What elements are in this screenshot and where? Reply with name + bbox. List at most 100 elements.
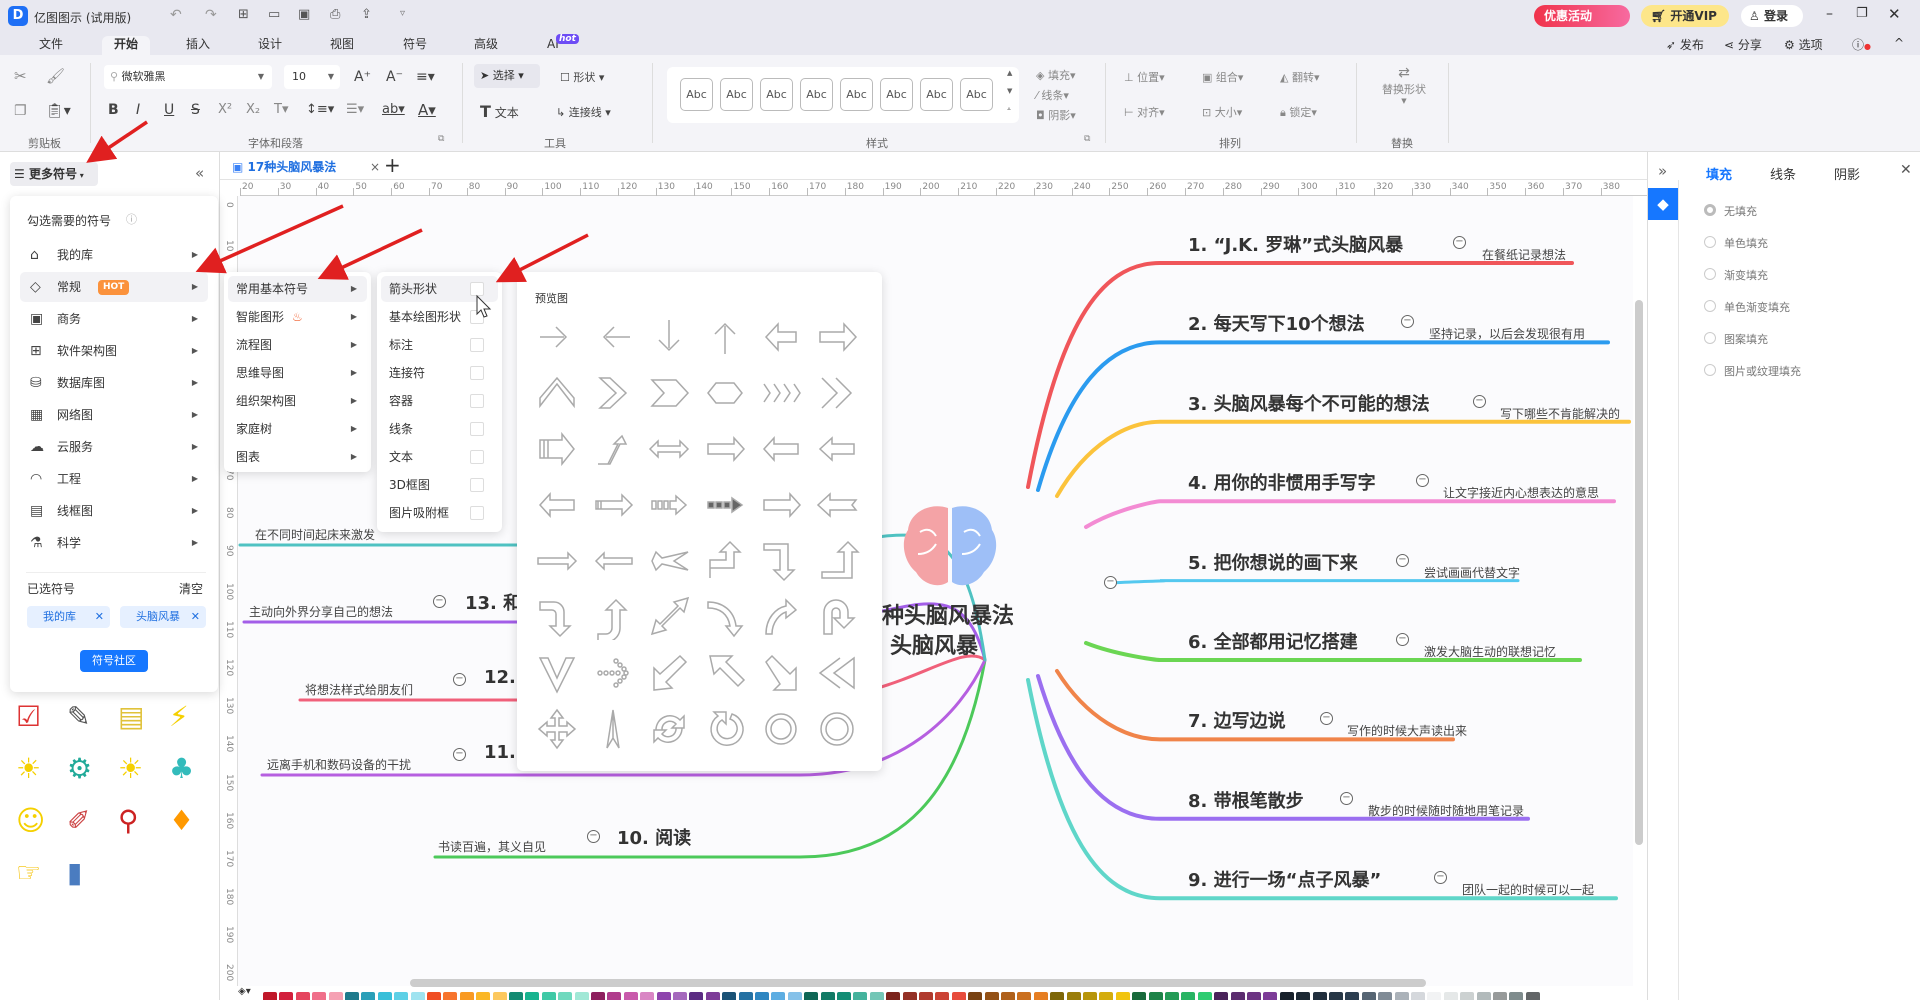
collapse-icon[interactable]: −	[433, 595, 446, 608]
palette-swatch[interactable]	[1083, 992, 1097, 1000]
category-library[interactable]: ⌂ 我的库 ▶	[20, 240, 208, 270]
palette-swatch[interactable]	[968, 992, 983, 1000]
symbol-set-item[interactable]: 标注	[381, 332, 498, 358]
palette-swatch[interactable]	[459, 992, 474, 1000]
arrow-shape-7-icon[interactable]	[534, 370, 580, 416]
palette-swatch[interactable]	[1214, 992, 1229, 1000]
format-tab[interactable]: 阴影	[1834, 164, 1860, 183]
symbol-set-checkbox[interactable]	[470, 450, 484, 464]
arrow-shape-21-icon[interactable]	[646, 482, 692, 528]
arrow-shape-45-icon[interactable]	[646, 706, 692, 752]
arrow-shape-19-icon[interactable]	[534, 482, 580, 528]
palette-swatch[interactable]	[1115, 992, 1130, 1000]
palette-swatch[interactable]	[328, 992, 343, 1000]
arrow-shape-39-icon[interactable]	[646, 650, 692, 696]
collapse-icon[interactable]: −	[1396, 633, 1409, 646]
palette-swatch[interactable]	[1197, 992, 1212, 1000]
arrow-shape-37-icon[interactable]	[534, 650, 580, 696]
arrow-shape-36-icon[interactable]	[814, 594, 860, 640]
arrow-shape-3-icon[interactable]	[646, 314, 692, 360]
symbol-set-item[interactable]: 图片吸附框	[381, 500, 498, 526]
arrow-shape-4-icon[interactable]	[702, 314, 748, 360]
symbol-set-checkbox[interactable]	[470, 310, 484, 324]
collapse-icon[interactable]: −	[1340, 791, 1353, 805]
topic-title[interactable]: 10. 阅读	[617, 824, 691, 850]
topic-title[interactable]: 9. 进行一场“点子风暴”	[1188, 866, 1381, 892]
palette-swatch[interactable]	[820, 992, 835, 1000]
fill-tool-button[interactable]: ◆	[1648, 188, 1678, 220]
palette-swatch[interactable]	[541, 992, 556, 1000]
symbol-set-item[interactable]: 箭头形状	[381, 276, 498, 302]
symbol-set-checkbox[interactable]	[470, 506, 484, 520]
palette-swatch[interactable]	[1345, 992, 1360, 1000]
category-tag[interactable]: ◇ 常规 HOT ▶	[20, 272, 208, 302]
topic-title[interactable]: 5. 把你想说的画下来	[1188, 549, 1358, 575]
arrow-shape-43-icon[interactable]	[534, 706, 580, 752]
fill-option-radio[interactable]	[1704, 332, 1716, 344]
palette-swatch[interactable]	[361, 992, 376, 1000]
arrow-shape-24-icon[interactable]	[814, 482, 860, 528]
symbol-set-checkbox[interactable]	[470, 422, 484, 436]
topic-subtitle[interactable]: 将想法样式给朋友们	[305, 681, 413, 698]
palette-swatch[interactable]	[263, 992, 277, 1000]
arrow-shape-41-icon[interactable]	[758, 650, 804, 696]
palette-swatch[interactable]	[591, 992, 605, 1000]
submenu-item[interactable]: 思维导图 ▶	[228, 360, 367, 386]
fill-color-icon[interactable]: ◈▾	[238, 986, 251, 997]
arrow-shape-18-icon[interactable]	[814, 426, 860, 472]
collapse-icon[interactable]: −	[453, 673, 466, 686]
palette-swatch[interactable]	[1181, 992, 1196, 1000]
category-helmet[interactable]: ◠ 工程 ▶	[20, 464, 208, 494]
collapse-icon[interactable]: −	[1473, 394, 1486, 408]
horizontal-scrollbar[interactable]	[410, 979, 1426, 987]
arrow-shape-23-icon[interactable]	[758, 482, 804, 528]
palette-swatch[interactable]	[1427, 992, 1442, 1000]
palette-swatch[interactable]	[558, 992, 573, 1000]
symbol-set-checkbox[interactable]	[470, 478, 484, 492]
arrow-shape-12-icon[interactable]	[814, 370, 860, 416]
arrow-shape-31-icon[interactable]	[534, 594, 580, 640]
arrow-shape-10-icon[interactable]	[702, 370, 748, 416]
palette-swatch[interactable]	[837, 992, 851, 1000]
palette-swatch[interactable]	[525, 992, 540, 1000]
symbol-set-item[interactable]: 容器	[381, 388, 498, 414]
submenu-item[interactable]: 家庭树 ▶	[228, 416, 367, 442]
topic-subtitle[interactable]: 散步的时候随时随地用笔记录	[1368, 802, 1524, 819]
topic-subtitle[interactable]: 主动向外界分享自己的想法	[249, 603, 393, 620]
arrow-shape-30-icon[interactable]	[814, 538, 860, 584]
arrow-shape-5-icon[interactable]	[758, 314, 804, 360]
symbol-set-item[interactable]: 3D框图	[381, 472, 498, 498]
arrow-shape-29-icon[interactable]	[758, 538, 804, 584]
topic-title[interactable]: 8. 带根笔散步	[1188, 787, 1304, 813]
palette-swatch[interactable]	[722, 992, 737, 1000]
arrow-shape-1-icon[interactable]	[534, 314, 580, 360]
symbol-set-checkbox[interactable]	[470, 338, 484, 352]
palette-swatch[interactable]	[984, 992, 999, 1000]
symbol-set-checkbox[interactable]	[470, 394, 484, 408]
arrow-shape-32-icon[interactable]	[590, 594, 636, 643]
submenu-item[interactable]: 智能图形 ♨ ▶	[228, 304, 367, 330]
format-tab[interactable]: 线条	[1770, 164, 1796, 183]
arrow-shape-13-icon[interactable]	[534, 426, 580, 472]
palette-swatch[interactable]	[1378, 992, 1393, 1000]
arrow-shape-6-icon[interactable]	[814, 314, 860, 360]
collapse-icon[interactable]: −	[1396, 553, 1409, 567]
symbol-community-button[interactable]: 符号社区	[80, 650, 148, 672]
collapse-icon[interactable]: −	[1453, 236, 1466, 249]
arrow-shape-34-icon[interactable]	[702, 594, 748, 640]
topic-subtitle[interactable]: 写下哪些不肯能解决的	[1500, 405, 1620, 422]
submenu-item[interactable]: 组织架构图 ▶	[228, 388, 367, 414]
palette-swatch[interactable]	[1296, 992, 1311, 1000]
topic-title[interactable]: 4. 用你的非惯用手写字	[1188, 469, 1376, 495]
palette-swatch[interactable]	[738, 992, 753, 1000]
palette-swatch[interactable]	[1411, 992, 1425, 1000]
palette-swatch[interactable]	[1230, 992, 1245, 1000]
fill-option-radio[interactable]	[1704, 204, 1716, 216]
palette-swatch[interactable]	[1066, 992, 1081, 1000]
topic-subtitle[interactable]: 坚持记录，以后会发现很有用	[1429, 325, 1585, 342]
topic-title[interactable]: 11.	[484, 742, 516, 763]
category-network[interactable]: ▦ 网络图 ▶	[20, 400, 208, 430]
arrow-shape-44-icon[interactable]	[590, 706, 636, 752]
palette-swatch[interactable]	[919, 992, 933, 1000]
palette-swatch[interactable]	[1329, 992, 1343, 1000]
